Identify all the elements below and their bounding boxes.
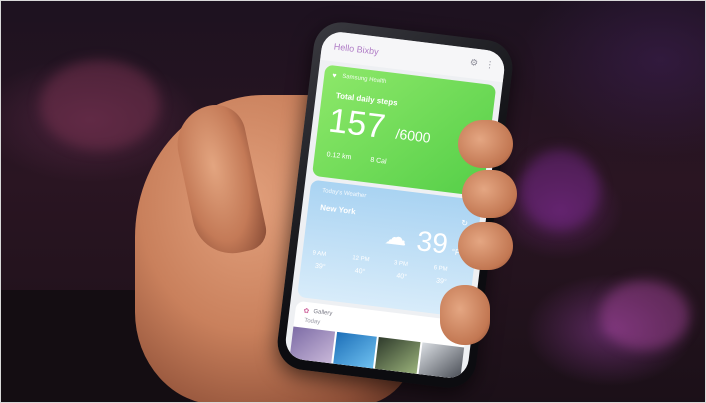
city-name: New York: [319, 202, 357, 217]
forecast-time: 9 AM: [312, 250, 327, 258]
gallery-icon: ✿: [302, 307, 310, 316]
forecast-time: 12 PM: [351, 255, 370, 264]
settings-icon[interactable]: ⚙: [468, 57, 479, 68]
photo-background: Hello Bixby ⚙ ⋮ ♥ Samsung Health Total d…: [0, 0, 706, 403]
gallery-thumbnail[interactable]: [418, 342, 465, 380]
gallery-thumbnails: [289, 326, 465, 380]
health-source: Samsung Health: [341, 73, 387, 85]
forecast-time: 6 PM: [433, 265, 448, 273]
gallery-thumbnail[interactable]: [289, 326, 336, 364]
app-title: Hello Bixby: [333, 41, 380, 57]
gallery-thumbnail[interactable]: [374, 337, 421, 374]
distance: 0.12 km: [326, 151, 352, 162]
finger: [458, 222, 513, 270]
gallery-subtitle: Today: [303, 317, 321, 326]
finger: [462, 170, 517, 218]
forecast-temp: 40°: [395, 272, 408, 281]
forecast-time: 3 PM: [393, 260, 409, 268]
current-temperature: 39: [414, 225, 450, 260]
steps-goal: /6000: [394, 125, 432, 146]
forecast-temp: 40°: [354, 267, 366, 276]
finger: [458, 120, 513, 168]
finger: [440, 285, 490, 345]
bokeh-light: [520, 150, 600, 230]
cloud-icon: ☁: [383, 223, 409, 251]
forecast-temp: 39°: [314, 262, 326, 271]
gallery-thumbnail[interactable]: [333, 331, 377, 369]
gallery-source: Gallery: [313, 308, 333, 318]
steps-count: 157: [326, 101, 388, 147]
walk-icon: ♥: [331, 72, 337, 80]
calories: 8 Cal: [369, 156, 387, 166]
bokeh-light: [40, 60, 160, 150]
bokeh-light: [600, 280, 690, 350]
forecast-temp: 39°: [435, 277, 447, 286]
weather-source: Today's Weather: [321, 188, 367, 200]
more-icon[interactable]: ⋮: [484, 59, 495, 70]
